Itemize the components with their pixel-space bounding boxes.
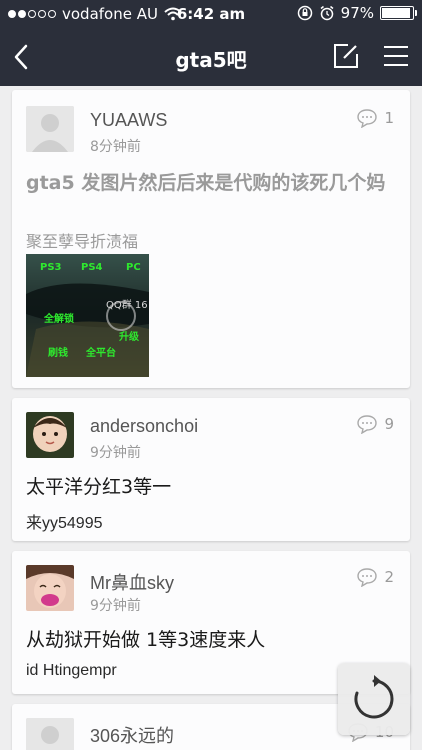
post-time: 8分钟前 [90,139,141,155]
user-avatar-image [26,412,74,458]
image-label: 全平台 [85,346,116,359]
orientation-lock-icon [297,5,312,21]
thread-excerpt: 聚至孽导折渍福 [26,234,139,251]
avatar[interactable] [26,565,74,611]
image-label: PS4 [81,262,103,273]
post-time: 9分钟前 [90,598,141,614]
menu-button[interactable] [380,40,412,72]
comment-bubble-icon [357,415,378,434]
author-name[interactable]: YUAAWS [90,110,167,131]
image-label: QQ群 16 [106,298,148,311]
author-name[interactable]: Mr鼻血sky [90,569,174,595]
compose-icon [334,44,358,68]
comment-bubble-icon [357,568,378,587]
user-avatar-image [26,565,74,611]
comment-count: 1 [356,108,394,128]
thread-excerpt: 来yy54995 [26,515,103,532]
image-label: 刷钱 [48,346,68,359]
thread-title[interactable]: gta5 发图片然后后来是代购的该死几个妈 [26,170,392,197]
comment-count: 2 [356,567,394,587]
author-name[interactable]: andersonchoi [90,416,198,437]
avatar[interactable] [26,718,74,750]
comment-count: 9 [356,414,394,434]
thread-title[interactable]: 从劫狱开始做 1等3速度来人 [26,627,392,654]
image-label: PS3 [40,262,62,273]
status-bar: vodafone AU 6:42 am 97% [0,0,422,28]
thread-title[interactable]: 太平洋分红3等一 [26,474,392,501]
thread-list[interactable]: YUAAWS 8分钟前 1 gta5 发图片然后后来是代购的该死几个妈 聚至孽导… [0,86,422,750]
thread-card[interactable]: YUAAWS 8分钟前 1 gta5 发图片然后后来是代购的该死几个妈 聚至孽导… [12,90,410,388]
thread-card[interactable]: andersonchoi 9分钟前 9 太平洋分红3等一 来yy54995 [12,398,410,541]
thread-image[interactable]: PS3 PS4 PC QQ群 16 全解锁 升级 刷钱 全平台 [26,254,149,377]
refresh-icon [354,675,394,719]
avatar[interactable] [26,106,74,152]
nav-bar: gta5吧 [0,28,422,86]
image-thumbnail: PS3 PS4 PC QQ群 16 全解锁 升级 刷钱 全平台 [26,254,149,377]
post-time: 9分钟前 [90,445,141,461]
avatar[interactable] [26,412,74,458]
refresh-button[interactable] [338,663,410,735]
author-name[interactable]: 306永远的 [90,722,174,748]
hamburger-icon [384,46,408,66]
app-header: vodafone AU 6:42 am 97% gta5吧 [0,0,422,86]
compose-button[interactable] [330,40,362,72]
default-avatar-icon [26,718,74,750]
comment-bubble-icon [357,109,378,128]
thread-excerpt: id Htingempr [26,662,117,679]
image-label: PC [126,262,141,273]
image-label: 升级 [119,330,140,343]
alarm-icon [320,5,334,21]
default-avatar-icon [26,106,74,152]
battery-percent: 97% [340,4,374,22]
image-label: 全解锁 [43,312,74,325]
battery-icon [380,6,417,20]
